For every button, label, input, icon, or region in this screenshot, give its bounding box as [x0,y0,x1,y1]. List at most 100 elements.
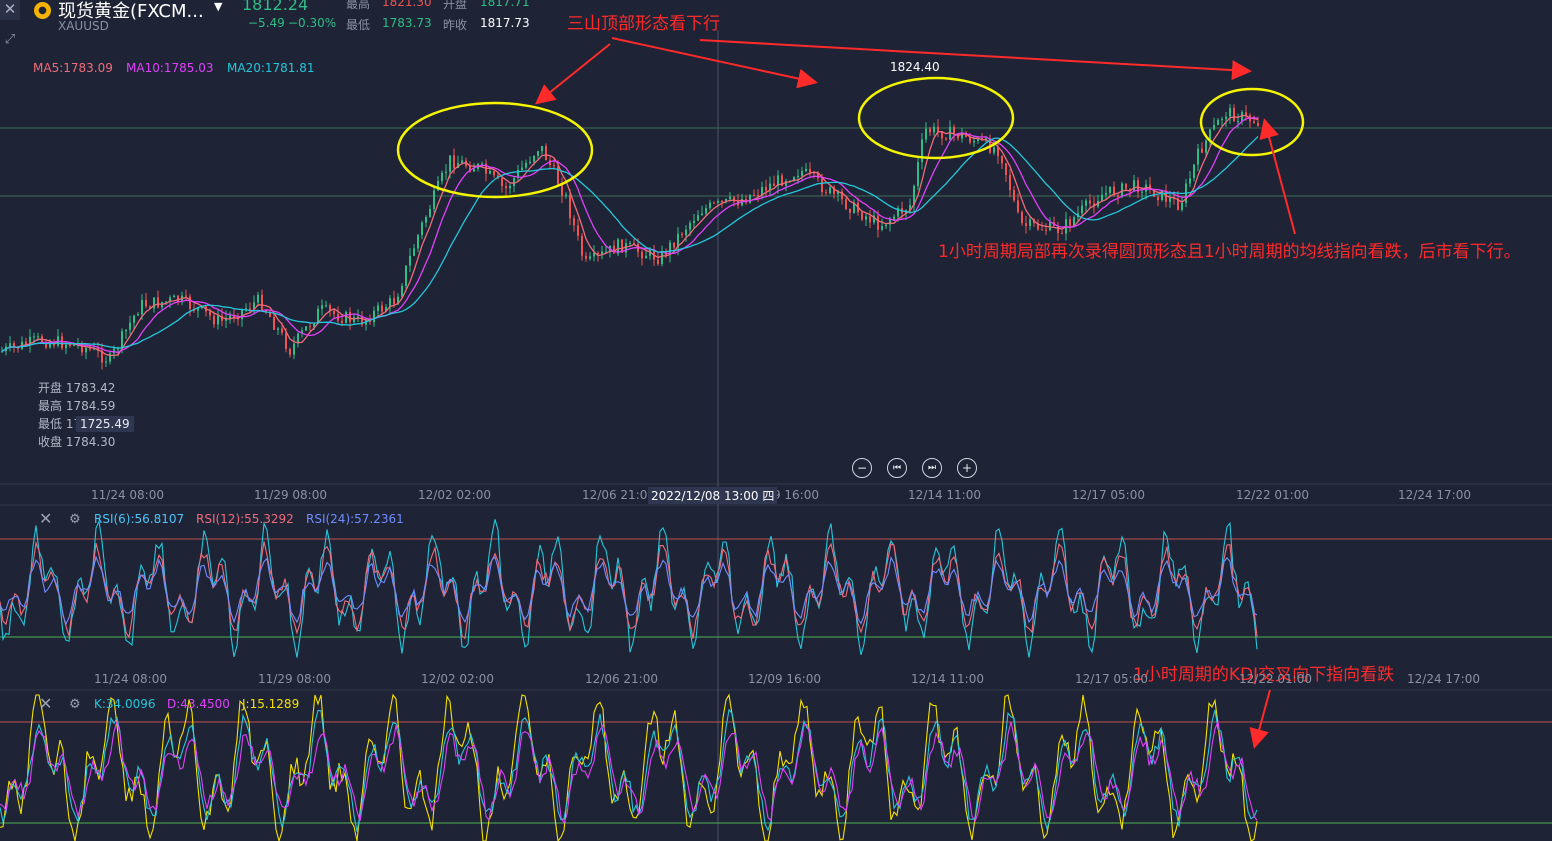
candle-body [421,222,423,236]
candle-body [1109,186,1111,193]
candle-body [133,315,135,323]
settings-icon[interactable]: ⚙ [69,697,81,712]
candle-body [1181,202,1183,210]
candle-body [1169,197,1171,202]
candle-body [997,147,999,157]
candle-body [277,328,279,330]
candle-body [449,155,451,172]
arrow-to-triple-top [534,43,611,105]
candle-body [529,161,531,163]
candle-body [581,235,583,256]
last-price: 1812.24 [242,0,309,14]
candle-body [657,259,659,264]
candle-body [1009,174,1011,191]
close-icon[interactable]: ✕ [39,694,52,713]
candle-body [1229,107,1231,117]
candle-body [881,226,883,230]
candle-body [501,178,503,187]
expand-icon[interactable]: ⤢ [0,32,20,52]
candle-body [1213,125,1215,130]
settings-icon[interactable]: ⚙ [69,512,81,527]
ma5-legend: MA5:1783.09 [33,61,113,75]
candle-body [381,305,383,312]
candle-body [973,140,975,143]
xaxis-label: 12/24 17:00 [1398,488,1471,502]
high-value: 1821.30 [382,0,432,9]
candle-body [409,255,411,266]
candle-body [933,126,935,133]
candle-body [1205,140,1207,153]
arrow-to-rounded-top [699,39,1252,81]
candle-body [113,348,115,354]
candle-body [1201,148,1203,153]
candle-body [213,315,215,325]
rounded-top-annotation: 1小时周期局部再次录得圆顶形态且1小时周期的均线指向看跌，后市看下行。 [938,242,1521,262]
zoom-in-icon[interactable]: + [957,458,977,478]
candle-body [305,326,307,331]
chart-canvas[interactable] [0,0,1552,841]
ma10-line [1,117,1259,353]
candle-body [797,175,799,178]
candle-body [189,296,191,309]
rsi-xaxis-label: 11/24 08:00 [94,672,167,686]
candle-body [1105,192,1107,195]
candle-body [673,242,675,248]
instrument-symbol: XAUUSD [58,19,109,33]
candle-body [349,312,351,323]
candle-body [1013,190,1015,201]
step-back-icon[interactable]: ⏮ [887,458,907,478]
candle-body [925,128,927,140]
close-icon[interactable]: ✕ [39,509,52,528]
rounded-top-ellipse [1199,87,1305,157]
candle-body [341,320,343,323]
candle-body [489,171,491,174]
candle-body [425,216,427,223]
candle-body [601,251,603,255]
candle-body [333,310,335,315]
kdj-j-line [0,693,1258,841]
candle-body [285,332,287,350]
rsi-xaxis-label: 12/02 02:00 [421,672,494,686]
rsi-xaxis-label: 11/29 08:00 [258,672,331,686]
candle-body [861,212,863,220]
candle-body [541,145,543,152]
candle-body [413,248,415,256]
candle-body [865,216,867,220]
candle-body [377,305,379,311]
candle-body [829,187,831,194]
candle-body [525,162,527,168]
candle-body [441,172,443,182]
close-icon[interactable]: ✕ [0,0,20,20]
kdj-lines [0,693,1258,841]
candle-body [401,285,403,297]
xaxis-label: 12/02 02:00 [418,488,491,502]
dropdown-caret-icon[interactable]: ▼ [214,0,222,13]
candle-body [433,190,435,209]
kdj-j-legend: J:15.1289 [242,697,300,711]
kdj-k-legend: K:34.0096 [94,697,156,711]
candle-body [177,295,179,302]
candle-body [1189,178,1191,184]
candle-body [293,343,295,355]
candle-body [969,137,971,143]
candle-body [773,183,775,186]
step-forward-icon[interactable]: ⏭ [922,458,942,478]
candle-body [37,336,39,338]
kdj-d-legend: D:43.4500 [167,697,230,711]
zoom-out-icon[interactable]: − [852,458,872,478]
ma10-legend: MA10:1785.03 [126,61,214,75]
candle-body [825,192,827,194]
candle-body [545,145,547,161]
candle-body [85,347,87,353]
candle-body [1157,196,1159,201]
candle-body [809,168,811,173]
candle-body [589,256,591,259]
coin-icon: ● [34,2,51,19]
candle-body [1045,229,1047,231]
candle-body [765,186,767,191]
candle-body [585,255,587,259]
candle-body [393,298,395,305]
candle-body [1085,200,1087,206]
ohlc-open: 开盘 1783.42 [38,381,116,395]
rsi24-legend: RSI(24):57.2361 [306,512,404,526]
